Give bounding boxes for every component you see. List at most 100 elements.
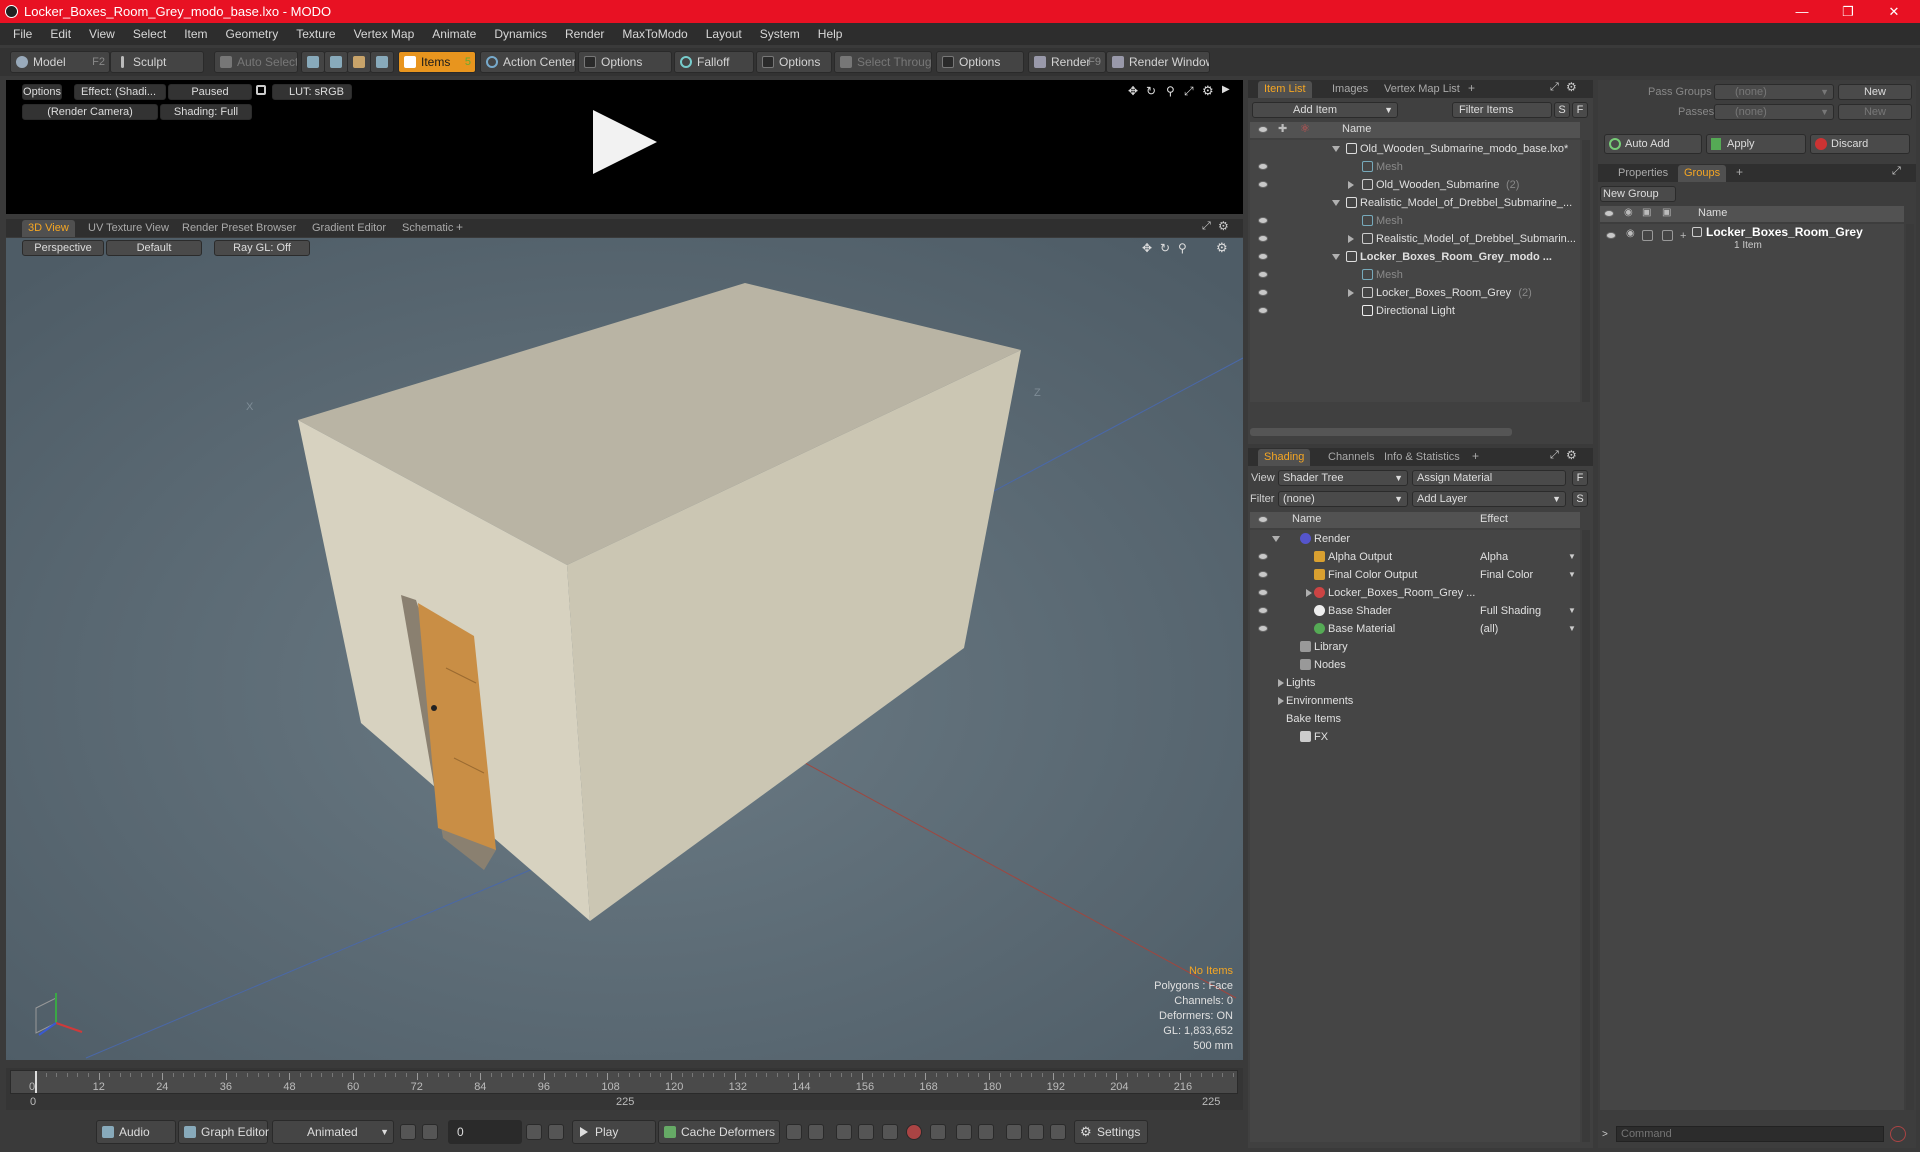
assign-material-button[interactable]: Assign Material	[1412, 470, 1566, 486]
item-list-gear-icon[interactable]: ⚙	[1566, 80, 1577, 94]
render-window-button[interactable]: Render Window	[1106, 51, 1210, 73]
new-pass-group-button[interactable]: New	[1838, 84, 1912, 100]
keyframe-icon[interactable]	[786, 1124, 802, 1140]
eye-icon[interactable]	[1258, 553, 1268, 560]
step-forward-icon[interactable]	[526, 1124, 542, 1140]
key-mode-icon[interactable]	[808, 1124, 824, 1140]
shader-tree-row[interactable]: Final Color Output Final Color ▼	[1250, 566, 1580, 584]
preview-arrow-icon[interactable]: ▶	[1222, 84, 1230, 95]
action-center-options-button[interactable]: Options	[578, 51, 672, 73]
item-list-row[interactable]: Old_Wooden_Submarine_modo_base.lxo*	[1250, 140, 1580, 158]
maximize-icon[interactable]: ❐	[1826, 0, 1870, 23]
tab-gradient-editor[interactable]: Gradient Editor	[306, 220, 392, 237]
skip-end-icon[interactable]	[548, 1124, 564, 1140]
sculpt-mode-button[interactable]: Sculpt	[110, 51, 204, 73]
chevron-down-icon[interactable]: ▼	[1568, 566, 1576, 584]
menu-item-dynamics[interactable]: Dynamics	[485, 23, 556, 45]
eye-icon[interactable]	[1606, 232, 1616, 239]
expand-icon[interactable]: +	[1680, 230, 1686, 242]
menu-item-edit[interactable]: Edit	[41, 23, 80, 45]
shader-tree-row[interactable]: Bake Items	[1250, 710, 1580, 728]
command-input[interactable]	[1616, 1126, 1884, 1142]
expand-icon[interactable]	[1306, 589, 1312, 597]
tab-item-list[interactable]: Item List	[1258, 81, 1312, 98]
expand-icon[interactable]	[1348, 235, 1354, 243]
falloff-button[interactable]: Falloff	[674, 51, 754, 73]
select-toggle[interactable]	[1662, 230, 1673, 241]
minimize-icon[interactable]: —	[1780, 0, 1824, 23]
eye-icon[interactable]	[1258, 307, 1268, 314]
menu-item-item[interactable]: Item	[175, 23, 216, 45]
preview-camera-dropdown[interactable]: (Render Camera)	[22, 104, 158, 120]
eye-icon[interactable]	[1258, 289, 1268, 296]
menu-item-help[interactable]: Help	[809, 23, 852, 45]
menu-item-select[interactable]: Select	[124, 23, 175, 45]
edges-mode-button[interactable]	[324, 51, 348, 73]
key-all-icon[interactable]	[930, 1124, 946, 1140]
preview-lut-dropdown[interactable]: LUT: sRGB	[272, 84, 352, 100]
preview-maximize-icon[interactable]: ⤢	[1184, 84, 1194, 99]
tab-uv-texture-view[interactable]: UV Texture View	[82, 220, 175, 237]
add-tab-icon[interactable]: +	[1472, 449, 1479, 463]
collapse-icon[interactable]	[1332, 146, 1340, 152]
eye-icon[interactable]	[1258, 271, 1268, 278]
loop-icon[interactable]	[1006, 1124, 1022, 1140]
channels-icon[interactable]	[1050, 1124, 1066, 1140]
apply-button[interactable]: Apply	[1706, 134, 1806, 154]
falloff-options-button[interactable]: Options	[756, 51, 832, 73]
add-tab-icon[interactable]: +	[1468, 81, 1475, 95]
animated-dropdown[interactable]: Animated ▼	[272, 1120, 394, 1144]
menu-item-vertex-map[interactable]: Vertex Map	[345, 23, 424, 45]
lock-toggle[interactable]	[1642, 230, 1653, 241]
shader-tree-row[interactable]: Locker_Boxes_Room_Grey ...	[1250, 584, 1580, 602]
command-expand-icon[interactable]: >	[1602, 1129, 1608, 1140]
viewport-scene[interactable]: X Z	[6, 238, 1243, 1060]
eye-icon[interactable]	[1258, 253, 1268, 260]
shader-layer-effect[interactable]: Final Color	[1480, 566, 1533, 584]
eye-icon[interactable]	[1258, 589, 1268, 596]
passes-dropdown[interactable]: (none) ▼	[1714, 104, 1834, 120]
key-next-icon[interactable]	[978, 1124, 994, 1140]
item-list-row[interactable]: Mesh	[1250, 212, 1580, 230]
preview-move-icon[interactable]: ✥	[1128, 84, 1138, 98]
eye-icon[interactable]	[1258, 625, 1268, 632]
lock-icon[interactable]	[256, 85, 266, 95]
play-render-icon[interactable]	[593, 110, 657, 174]
timeline-playhead[interactable]	[35, 1071, 37, 1093]
shader-tree-row[interactable]: Library	[1250, 638, 1580, 656]
shader-tree-row[interactable]: Environments	[1250, 692, 1580, 710]
preview-rotate-icon[interactable]: ↻	[1146, 84, 1156, 98]
viewport-move-icon[interactable]: ✥	[1142, 241, 1152, 255]
group-item-row[interactable]: ◉ + Locker_Boxes_Room_Grey 1 Item	[1600, 224, 1904, 254]
eye-icon[interactable]	[1258, 181, 1268, 188]
tab-schematic[interactable]: Schematic	[396, 220, 459, 237]
shader-layer-effect[interactable]: Full Shading	[1480, 602, 1541, 620]
expand-icon[interactable]	[1278, 679, 1284, 687]
view-maximize-icon[interactable]: ⤢	[1202, 220, 1211, 233]
shader-tree-row[interactable]: Nodes	[1250, 656, 1580, 674]
item-list-hscrollbar[interactable]	[1250, 428, 1512, 436]
tab-images[interactable]: Images	[1326, 81, 1374, 98]
item-list-row[interactable]: Directional Light	[1250, 302, 1580, 320]
chevron-down-icon[interactable]: ▼	[1568, 620, 1576, 638]
eye-icon[interactable]	[1258, 163, 1268, 170]
menu-item-texture[interactable]: Texture	[287, 23, 344, 45]
new-group-button[interactable]: New Group	[1600, 186, 1676, 202]
preview-shading-dropdown[interactable]: Shading: Full	[160, 104, 252, 120]
menu-item-maxtomodo[interactable]: MaxToModo	[613, 23, 696, 45]
audio-button[interactable]: Audio	[96, 1120, 176, 1144]
preview-options-button[interactable]: Options	[22, 84, 62, 100]
eye-icon[interactable]	[1258, 217, 1268, 224]
cache-deformers-button[interactable]: Cache Deformers	[658, 1120, 780, 1144]
preview-gear-icon[interactable]: ⚙	[1202, 83, 1214, 99]
menu-item-view[interactable]: View	[80, 23, 124, 45]
new-pass-button[interactable]: New	[1838, 104, 1912, 120]
render-toggle-icon[interactable]: ◉	[1626, 228, 1635, 239]
select-through-button[interactable]: Select Through	[834, 51, 932, 73]
shading-scrollbar[interactable]	[1582, 530, 1590, 1142]
eye-icon[interactable]	[1258, 607, 1268, 614]
viewport-rotate-icon[interactable]: ↻	[1160, 241, 1170, 255]
chevron-down-icon[interactable]: ▼	[1568, 548, 1576, 566]
shading-filter-dropdown[interactable]: (none) ▼	[1278, 491, 1408, 507]
model-mode-button[interactable]: Model F2	[10, 51, 110, 73]
